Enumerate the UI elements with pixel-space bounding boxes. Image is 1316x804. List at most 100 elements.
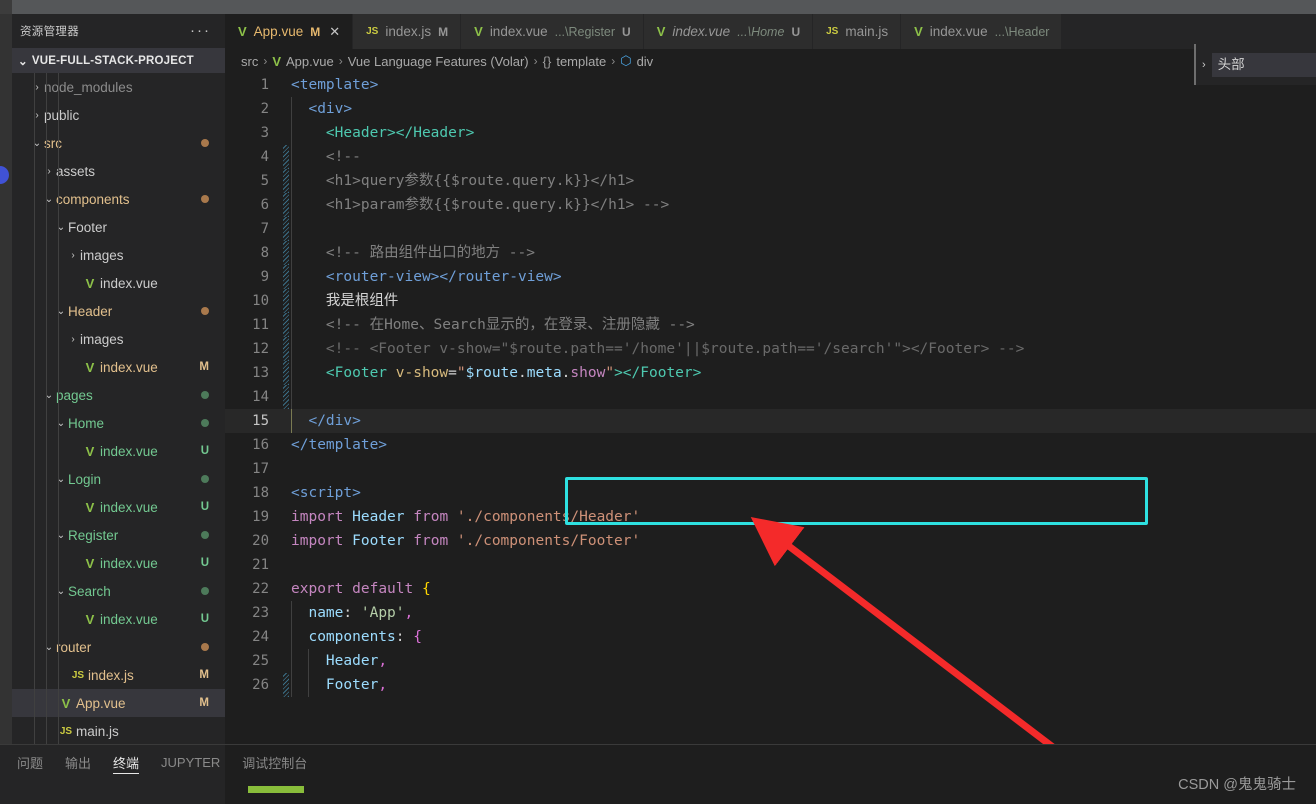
code-line-1[interactable]: 1 <template> <box>225 73 1316 97</box>
code-line-23[interactable]: 23 name: 'App', <box>225 601 1316 625</box>
tree-item-app-vue[interactable]: V App.vue M <box>12 689 225 717</box>
editor-tab-5[interactable]: Vindex.vue ...\Header <box>901 14 1063 49</box>
panel-tab-3[interactable]: JUPYTER <box>161 745 220 780</box>
tree-item-pages[interactable]: ⌄ pages <box>12 381 225 409</box>
code-line-19[interactable]: 19 import Header from './components/Heade… <box>225 505 1316 529</box>
code-line-13[interactable]: 13 <Footer v-show="$route.meta.show"></F… <box>225 361 1316 385</box>
code-line-22[interactable]: 22 export default { <box>225 577 1316 601</box>
file-tree[interactable]: › node_modules › public ⌄ src › assets ⌄ componen… <box>12 73 225 744</box>
code-line-11[interactable]: 11 <!-- 在Home、Search显示的，在登录、注册隐藏 --> <box>225 313 1316 337</box>
code-line-14[interactable]: 14 <box>225 385 1316 409</box>
code-line-16[interactable]: 16 </template> <box>225 433 1316 457</box>
tree-item-index-vue[interactable]: Vindex.vue <box>12 269 225 297</box>
tree-item-components[interactable]: ⌄ components <box>12 185 225 213</box>
code-line-9[interactable]: 9 <router-view></router-view> <box>225 265 1316 289</box>
workspace-root-row[interactable]: ⌄ VUE-FULL-STACK-PROJECT <box>12 48 225 73</box>
line-number: 13 <box>252 365 269 381</box>
code-lines[interactable]: 1 <template> 2 <div> 3 <Header></Header> 4 <… <box>225 73 1316 744</box>
activity-bar[interactable] <box>0 14 12 744</box>
code-line-6[interactable]: 6 <h1>param参数{{$route.query.k}}</h1> --> <box>225 193 1316 217</box>
tree-item-index-js[interactable]: JS index.js M <box>12 661 225 689</box>
tree-item-label: Login <box>68 471 102 487</box>
more-actions-icon[interactable]: ··· <box>190 23 211 38</box>
tree-item-images[interactable]: › images <box>12 325 225 353</box>
outline-popup-label[interactable]: 头部 <box>1211 52 1316 77</box>
code-line-25[interactable]: 25 Header, <box>225 649 1316 673</box>
code-line-3[interactable]: 3 <Header></Header> <box>225 121 1316 145</box>
panel-tab-2[interactable]: 终端 <box>113 745 140 780</box>
tree-item-src[interactable]: ⌄ src <box>12 129 225 157</box>
outline-popup[interactable]: › 头部 <box>1194 44 1316 85</box>
editor-tab-0[interactable]: V App.vue M ✕ <box>225 14 354 49</box>
panel-tab-bar[interactable]: 问题 输出 终端 JUPYTER 调试控制台 <box>0 745 1316 780</box>
tree-item-images[interactable]: › images <box>12 241 225 269</box>
code-text: import Footer from './components/Footer' <box>291 533 641 549</box>
tree-item-register[interactable]: ⌄ Register <box>12 521 225 549</box>
indent-guide <box>291 241 292 265</box>
panel-tab-1[interactable]: 输出 <box>65 745 91 780</box>
breadcrumb-item-3[interactable]: {} template <box>543 54 607 69</box>
workspace-root-label: VUE-FULL-STACK-PROJECT <box>31 54 194 67</box>
tree-item-header[interactable]: ⌄ Header <box>12 297 225 325</box>
tree-item-home[interactable]: ⌄ Home <box>12 409 225 437</box>
explorer-header: 资源管理器 ··· <box>12 14 225 48</box>
tree-item-public[interactable]: › public <box>12 101 225 129</box>
tree-item-index-vue[interactable]: Vindex.vue U <box>12 549 225 577</box>
code-line-4[interactable]: 4 <!-- <box>225 145 1316 169</box>
tree-item-index-vue[interactable]: Vindex.vue M <box>12 353 225 381</box>
tree-item-login[interactable]: ⌄ Login <box>12 465 225 493</box>
fold-indicator-icon <box>283 577 289 601</box>
tree-item-index-vue[interactable]: Vindex.vue U <box>12 437 225 465</box>
editor-tab-4[interactable]: JS main.js <box>813 14 902 49</box>
editor-tab-bar[interactable]: V App.vue M ✕ JS index.js M Vindex.vue ...\Regis… <box>225 14 1316 49</box>
tree-item-node-modules[interactable]: › node_modules <box>12 73 225 101</box>
code-line-8[interactable]: 8 <!-- 路由组件出口的地方 --> <box>225 241 1316 265</box>
code-line-17[interactable]: 17 <box>225 457 1316 481</box>
indent-guide <box>291 265 292 289</box>
code-line-20[interactable]: 20 import Footer from './components/Foote… <box>225 529 1316 553</box>
tree-item-assets[interactable]: › assets <box>12 157 225 185</box>
code-text: <!-- <box>325 149 361 165</box>
tree-item-label: index.js <box>88 667 134 683</box>
editor-tab-2[interactable]: Vindex.vue ...\Register U <box>461 14 644 49</box>
code-line-10[interactable]: 10 我是根组件 <box>225 289 1316 313</box>
code-line-15[interactable]: 15 </div> <box>225 409 1316 433</box>
code-line-7[interactable]: 7 <box>225 217 1316 241</box>
panel-tab-4[interactable]: 调试控制台 <box>242 745 307 780</box>
code-line-12[interactable]: 12 <!-- <Footer v-show="$route.path=='/h… <box>225 337 1316 361</box>
tree-item-search[interactable]: ⌄ Search <box>12 577 225 605</box>
vue-file-icon: V <box>61 695 71 711</box>
line-number: 20 <box>252 533 269 549</box>
code-line-5[interactable]: 5 <h1>query参数{{$route.query.k}}</h1> <box>225 169 1316 193</box>
panel-tab-0[interactable]: 问题 <box>17 745 43 780</box>
chevron-down-icon: ⌄ <box>18 55 28 68</box>
code-line-24[interactable]: 24 components: { <box>225 625 1316 649</box>
indent-guide <box>308 649 309 673</box>
tree-item-main-js[interactable]: JS main.js <box>12 717 225 744</box>
tree-item-index-vue[interactable]: Vindex.vue U <box>12 605 225 633</box>
git-status-badge: U <box>200 557 209 569</box>
code-line-21[interactable]: 21 <box>225 553 1316 577</box>
git-status-dot-icon <box>201 419 209 427</box>
tree-item-footer[interactable]: ⌄ Footer <box>12 213 225 241</box>
tree-item-router[interactable]: ⌄ router <box>12 633 225 661</box>
line-number: 21 <box>252 557 269 573</box>
code-editor[interactable]: 1 <template> 2 <div> 3 <Header></Header> 4 <… <box>225 73 1316 744</box>
breadcrumb-item-0[interactable]: src <box>241 54 258 69</box>
editor-tab-3[interactable]: Vindex.vue ...\Home U <box>643 14 814 49</box>
breadcrumb-item-4[interactable]: ⬡ div <box>620 53 653 69</box>
tree-item-index-vue[interactable]: Vindex.vue U <box>12 493 225 521</box>
breadcrumb-item-1[interactable]: V App.vue <box>272 54 333 69</box>
code-text: name: 'App', <box>308 605 414 621</box>
close-icon[interactable]: ✕ <box>329 24 340 40</box>
line-number: 19 <box>252 509 269 525</box>
editor-tab-1[interactable]: JS index.js M <box>353 14 462 49</box>
breadcrumb-item-2[interactable]: Vue Language Features (Volar) <box>348 54 529 69</box>
explorer-title: 资源管理器 <box>20 26 79 38</box>
code-line-18[interactable]: 18 <script> <box>225 481 1316 505</box>
indent-guide <box>291 121 292 145</box>
code-line-2[interactable]: 2 <div> <box>225 97 1316 121</box>
breadcrumb[interactable]: src › V App.vue › Vue Language Features (Vola… <box>225 49 1316 73</box>
code-line-26[interactable]: 26 Footer, <box>225 673 1316 697</box>
chevron-right-icon: › <box>35 109 39 121</box>
